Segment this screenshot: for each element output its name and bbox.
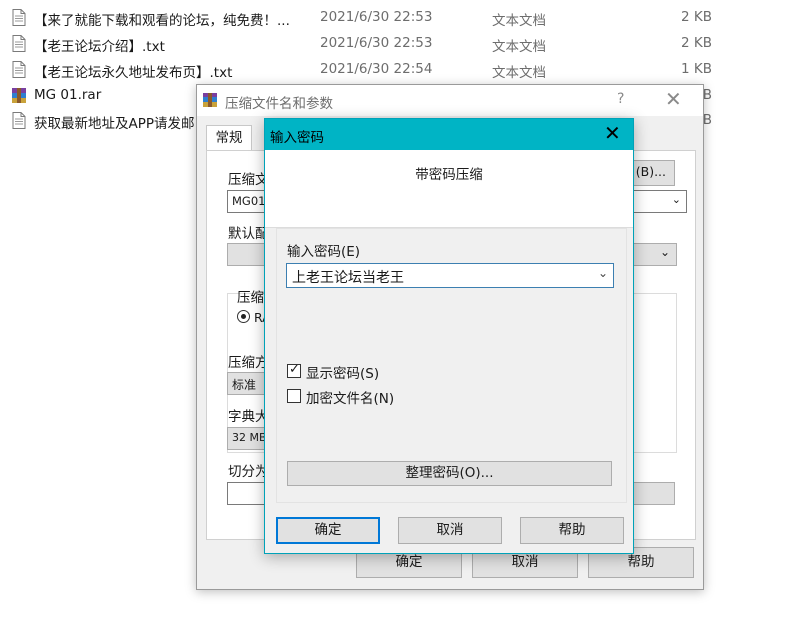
rar-archive-icon — [12, 88, 26, 103]
file-size: 1 KB — [681, 61, 712, 77]
chevron-down-icon[interactable]: ⌄ — [598, 266, 608, 280]
text-file-icon — [12, 35, 26, 52]
help-button[interactable]: 帮助 — [520, 517, 624, 544]
close-icon[interactable]: ✕ — [604, 121, 621, 145]
file-date: 2021/6/30 22:53 — [320, 9, 433, 25]
chevron-down-icon: ⌄ — [671, 193, 681, 206]
password-label: 输入密码(E) — [287, 244, 361, 260]
password-dialog-title: 输入密码 — [270, 130, 324, 146]
file-name: 【来了就能下载和观看的论坛，纯免费！... — [34, 13, 290, 29]
password-dialog-titlebar[interactable]: 输入密码 ✕ — [265, 119, 633, 150]
archive-dialog-title: 压缩文件名和参数 — [225, 96, 333, 112]
password-value: 上老王论坛当老王 — [292, 270, 404, 286]
show-password-checkbox[interactable]: ✓ — [287, 362, 301, 378]
file-date: 2021/6/30 22:53 — [320, 35, 433, 51]
text-file-icon — [12, 61, 26, 78]
compression-method-label: 压缩方 — [228, 355, 269, 371]
file-type: 文本文档 — [492, 13, 546, 29]
file-type: 文本文档 — [492, 39, 546, 55]
ok-button[interactable]: 确定 — [276, 517, 380, 544]
format-radio[interactable] — [237, 310, 250, 323]
password-dialog: 输入密码 ✕ 带密码压缩 输入密码(E) 上老王论坛当老王 ⌄ ✓ 显示密码(S… — [264, 118, 634, 554]
file-row[interactable]: 【老王论坛永久地址发布页】.txt 2021/6/30 22:54 文本文档 1 KB — [0, 57, 800, 82]
winrar-icon — [203, 93, 217, 107]
cancel-button[interactable]: 取消 — [398, 517, 502, 544]
file-size: 2 KB — [681, 9, 712, 25]
help-icon[interactable]: ? — [617, 91, 624, 107]
checkmark-icon: ✓ — [289, 362, 300, 377]
file-name: 获取最新地址及APP请发邮 — [34, 116, 195, 132]
close-icon[interactable]: ✕ — [665, 87, 682, 111]
password-dialog-subtitle: 带密码压缩 — [415, 167, 483, 183]
password-dialog-header: 带密码压缩 — [265, 150, 633, 228]
file-type: 文本文档 — [492, 65, 546, 81]
file-row[interactable]: 【来了就能下载和观看的论坛，纯免费！... 2021/6/30 22:53 文本文档… — [0, 5, 800, 30]
show-password-label: 显示密码(S) — [306, 366, 380, 382]
archive-format-label: 压缩 — [237, 290, 264, 306]
file-date: 2021/6/30 22:54 — [320, 61, 433, 77]
archive-name-label: 压缩文 — [228, 172, 269, 188]
file-name: MG 01.rar — [34, 87, 102, 103]
file-row[interactable]: 【老王论坛介绍】.txt 2021/6/30 22:53 文本文档 2 KB — [0, 31, 800, 56]
dictionary-size-label: 字典大 — [228, 409, 269, 425]
default-profile-label: 默认配 — [228, 226, 269, 242]
password-input[interactable]: 上老王论坛当老王 ⌄ — [286, 263, 614, 288]
archive-dialog-titlebar[interactable]: 压缩文件名和参数 ? ✕ — [197, 85, 703, 116]
chevron-down-icon: ⌄ — [659, 245, 670, 259]
file-size: 2 KB — [681, 35, 712, 51]
file-name: 【老王论坛永久地址发布页】.txt — [34, 65, 233, 81]
text-file-icon — [12, 9, 26, 26]
encrypt-filenames-label: 加密文件名(N) — [306, 391, 395, 407]
text-file-icon — [12, 112, 26, 129]
encrypt-filenames-checkbox[interactable] — [287, 389, 301, 403]
file-name: 【老王论坛介绍】.txt — [34, 39, 165, 55]
tab-general[interactable]: 常规 — [206, 125, 252, 151]
organize-passwords-button[interactable]: 整理密码(O)... — [287, 461, 612, 486]
split-volume-label: 切分为 — [228, 464, 269, 480]
